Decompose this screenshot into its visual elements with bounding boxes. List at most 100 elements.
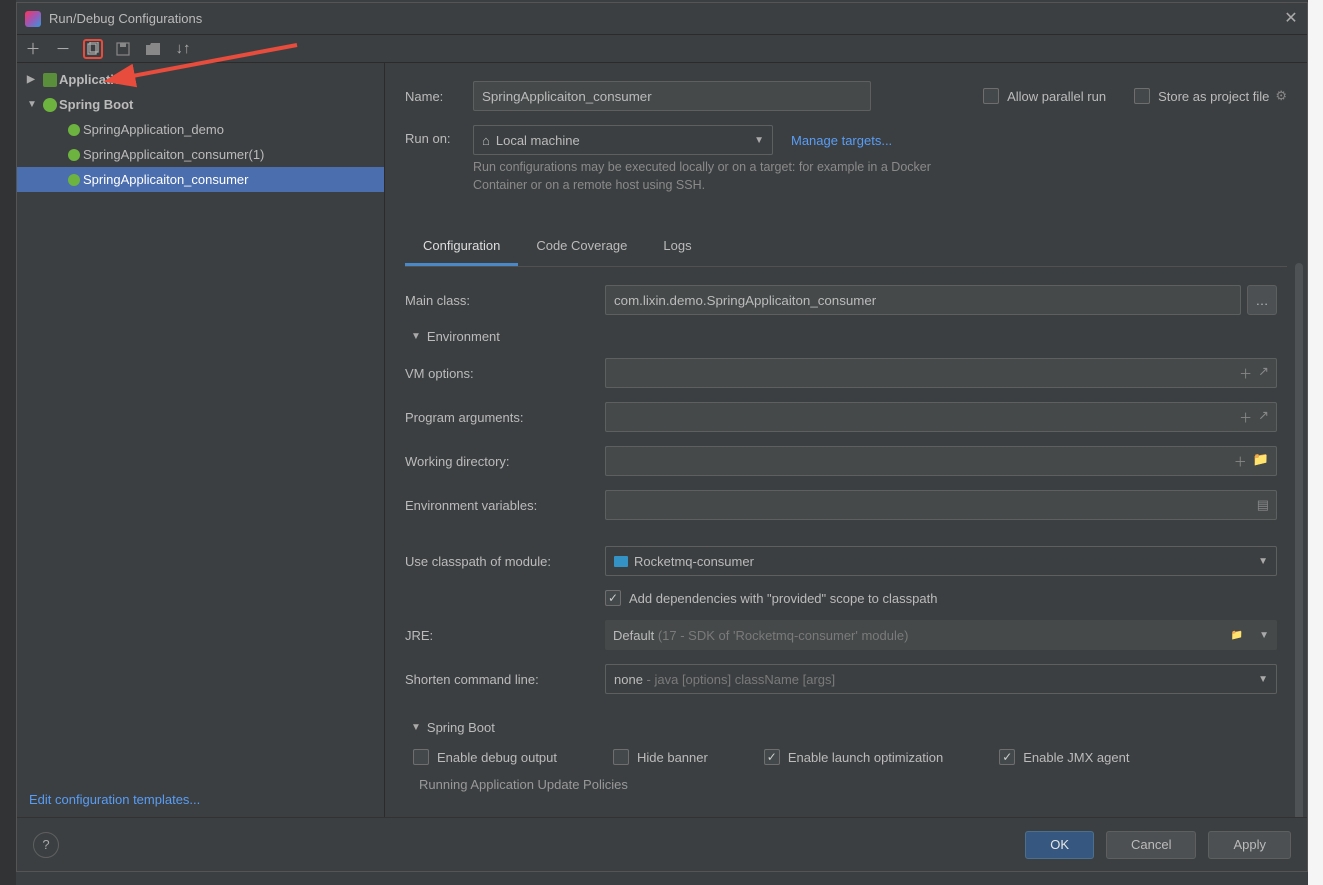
environment-section-header[interactable]: ▼ Environment: [411, 329, 1277, 344]
program-args-input[interactable]: [605, 402, 1277, 432]
field-actions: ＋ ↗: [1239, 408, 1269, 427]
enable-launch-opt-checkbox[interactable]: Enable launch optimization: [764, 749, 943, 765]
program-args-label: Program arguments:: [405, 410, 605, 425]
working-dir-input[interactable]: [605, 446, 1277, 476]
enable-debug-checkbox[interactable]: Enable debug output: [413, 749, 557, 765]
vm-options-label: VM options:: [405, 366, 605, 381]
name-input[interactable]: [473, 81, 871, 111]
main-class-input[interactable]: [605, 285, 1241, 315]
expand-icon[interactable]: ↗: [1258, 408, 1269, 427]
cancel-button[interactable]: Cancel: [1106, 831, 1196, 859]
main-class-label: Main class:: [405, 293, 605, 308]
field-actions: ▤: [1257, 497, 1269, 513]
run-debug-dialog: Run/Debug Configurations ✕ ＋ － ↓↑ ▶: [16, 2, 1308, 872]
help-button[interactable]: ?: [33, 832, 59, 858]
tree-label: SpringApplicaiton_consumer: [83, 172, 248, 187]
apply-button[interactable]: Apply: [1208, 831, 1291, 859]
section-label: Spring Boot: [427, 720, 495, 735]
spring-boot-section-header[interactable]: ▼ Spring Boot: [411, 720, 1277, 735]
spring-icon: [41, 98, 59, 112]
checkbox-label: Enable JMX agent: [1023, 750, 1129, 765]
add-provided-checkbox[interactable]: Add dependencies with "provided" scope t…: [605, 590, 937, 606]
sort-icon[interactable]: ↓↑: [173, 39, 193, 59]
browse-main-class-button[interactable]: …: [1247, 285, 1277, 315]
spring-icon: [65, 124, 83, 136]
close-icon[interactable]: ✕: [1283, 11, 1299, 27]
application-icon: [41, 73, 59, 87]
chevron-right-icon: ▶: [27, 74, 41, 85]
tree-group-application[interactable]: ▶ Application: [17, 67, 384, 92]
tab-logs[interactable]: Logs: [645, 232, 709, 266]
chevron-down-icon: ▼: [754, 135, 764, 146]
home-icon: ⌂: [482, 133, 490, 148]
tab-configuration[interactable]: Configuration: [405, 232, 518, 266]
expand-icon[interactable]: ↗: [1258, 364, 1269, 383]
plus-icon[interactable]: ＋: [1239, 364, 1252, 383]
toolbar: ＋ － ↓↑: [17, 35, 1307, 63]
scrollbar[interactable]: [1295, 263, 1303, 817]
plus-icon[interactable]: ＋: [1239, 408, 1252, 427]
env-vars-label: Environment variables:: [405, 498, 605, 513]
jre-hint: (17 - SDK of 'Rocketmq-consumer' module): [658, 628, 909, 643]
checkbox-icon: [983, 88, 999, 104]
tab-code-coverage[interactable]: Code Coverage: [518, 232, 645, 266]
tree-item-consumer[interactable]: SpringApplicaiton_consumer: [17, 167, 384, 192]
checkbox-icon: [413, 749, 429, 765]
checkbox-label: Hide banner: [637, 750, 708, 765]
tree-label: Spring Boot: [59, 97, 133, 112]
add-config-button[interactable]: ＋: [23, 39, 43, 59]
allow-parallel-checkbox[interactable]: Allow parallel run: [983, 88, 1106, 104]
tabs: Configuration Code Coverage Logs: [405, 232, 1287, 267]
dialog-body: ▶ Application ▼ Spring Boot SpringApplic…: [17, 63, 1307, 817]
main-panel: Name: Allow parallel run Store as projec…: [385, 63, 1307, 817]
update-policies-label: Running Application Update Policies: [405, 777, 1277, 792]
shorten-label: Shorten command line:: [405, 672, 605, 687]
tree-group-spring-boot[interactable]: ▼ Spring Boot: [17, 92, 384, 117]
spring-icon: [65, 149, 83, 161]
tree-item-consumer-1[interactable]: SpringApplicaiton_consumer(1): [17, 142, 384, 167]
enable-jmx-checkbox[interactable]: Enable JMX agent: [999, 749, 1129, 765]
jre-row: JRE: Default (17 - SDK of 'Rocketmq-cons…: [405, 620, 1277, 650]
edit-templates-link[interactable]: Edit configuration templates...: [29, 792, 200, 807]
manage-targets-link[interactable]: Manage targets...: [791, 133, 892, 148]
checkbox-label: Store as project file: [1158, 89, 1269, 104]
vm-options-input[interactable]: [605, 358, 1277, 388]
checkbox-icon: [1134, 88, 1150, 104]
form-area: Main class: … ▼ Environment VM options: …: [405, 285, 1287, 817]
folder-icon[interactable]: [143, 39, 163, 59]
field-actions: ＋ ↗: [1239, 364, 1269, 383]
section-label: Environment: [427, 329, 500, 344]
shorten-value: none: [614, 672, 643, 687]
runon-dropdown[interactable]: ⌂ Local machine ▼: [473, 125, 773, 155]
shorten-dropdown[interactable]: none - java [options] className [args] ▼: [605, 664, 1277, 694]
save-config-button[interactable]: [113, 39, 133, 59]
classpath-dropdown[interactable]: Rocketmq-consumer ▼: [605, 546, 1277, 576]
folder-open-icon[interactable]: 📁: [1231, 630, 1243, 641]
list-icon[interactable]: ▤: [1257, 497, 1269, 513]
main-class-row: Main class: …: [405, 285, 1277, 315]
program-args-row: Program arguments: ＋ ↗: [405, 402, 1277, 432]
store-as-project-checkbox[interactable]: Store as project file: [1134, 88, 1269, 104]
checkbox-icon: [605, 590, 621, 606]
runon-row: Run on: ⌂ Local machine ▼ Manage targets…: [405, 125, 1287, 194]
jre-dropdown[interactable]: Default (17 - SDK of 'Rocketmq-consumer'…: [605, 620, 1277, 650]
gear-icon[interactable]: ⚙: [1275, 88, 1287, 104]
env-vars-input[interactable]: [605, 490, 1277, 520]
ok-button[interactable]: OK: [1025, 831, 1094, 859]
remove-config-button[interactable]: －: [53, 39, 73, 59]
env-vars-row: Environment variables: ▤: [405, 490, 1277, 520]
folder-open-icon[interactable]: 📁: [1253, 452, 1269, 471]
chevron-down-icon: ▼: [1258, 556, 1268, 567]
copy-config-button[interactable]: [83, 39, 103, 59]
module-icon: [614, 556, 628, 567]
runon-label: Run on:: [405, 125, 473, 146]
dialog-title: Run/Debug Configurations: [49, 11, 1283, 26]
hide-banner-checkbox[interactable]: Hide banner: [613, 749, 708, 765]
plus-icon[interactable]: ＋: [1234, 452, 1247, 471]
tree-item-demo[interactable]: SpringApplication_demo: [17, 117, 384, 142]
titlebar: Run/Debug Configurations ✕: [17, 3, 1307, 35]
shorten-row: Shorten command line: none - java [optio…: [405, 664, 1277, 694]
runon-hint: Run configurations may be executed local…: [473, 159, 933, 194]
tree-label: Application: [59, 72, 130, 87]
runon-value: Local machine: [496, 133, 580, 148]
